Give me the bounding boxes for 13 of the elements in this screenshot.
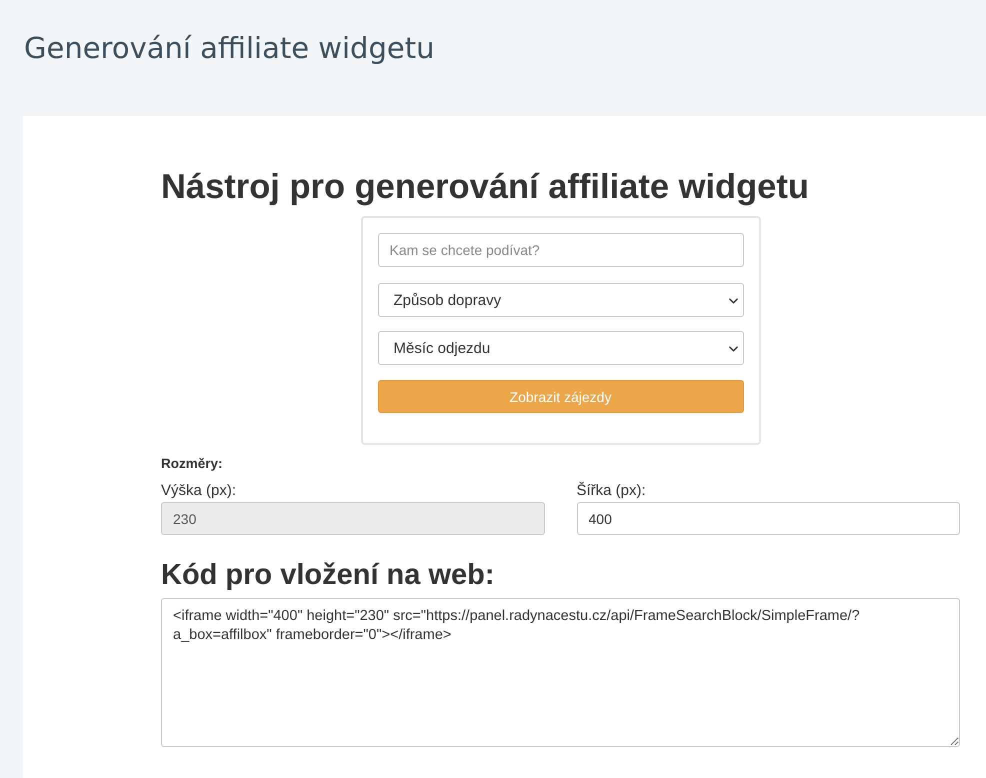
tool-heading: Nástroj pro generování affiliate widgetu xyxy=(161,167,809,208)
dimension-input[interactable]: 400 xyxy=(576,502,960,535)
chevron-down-icon xyxy=(728,346,738,352)
field-label: Výška (px): xyxy=(161,482,236,499)
field-label: Šířka (px): xyxy=(576,482,646,499)
chevron-down-icon xyxy=(728,298,738,304)
dropdown-select[interactable]: Měsíc odjezdu xyxy=(378,331,744,365)
embed-code-textarea[interactable]: <iframe width="400" height="230" src="https://panel.radynacestu.cz/api/FrameSearchBlock/SimpleFrame/?a_box=affilbox" frameborder="0"></iframe> xyxy=(161,598,960,747)
dropdown-select[interactable]: Způsob dopravy xyxy=(378,283,744,317)
dimensions-label: Rozměry: xyxy=(161,455,223,473)
destination-input[interactable]: Kam se chcete podívat? xyxy=(378,233,744,267)
embed-heading: Kód pro vložení na web: xyxy=(161,558,495,593)
page-title: Generování affiliate widgetu xyxy=(24,30,434,67)
